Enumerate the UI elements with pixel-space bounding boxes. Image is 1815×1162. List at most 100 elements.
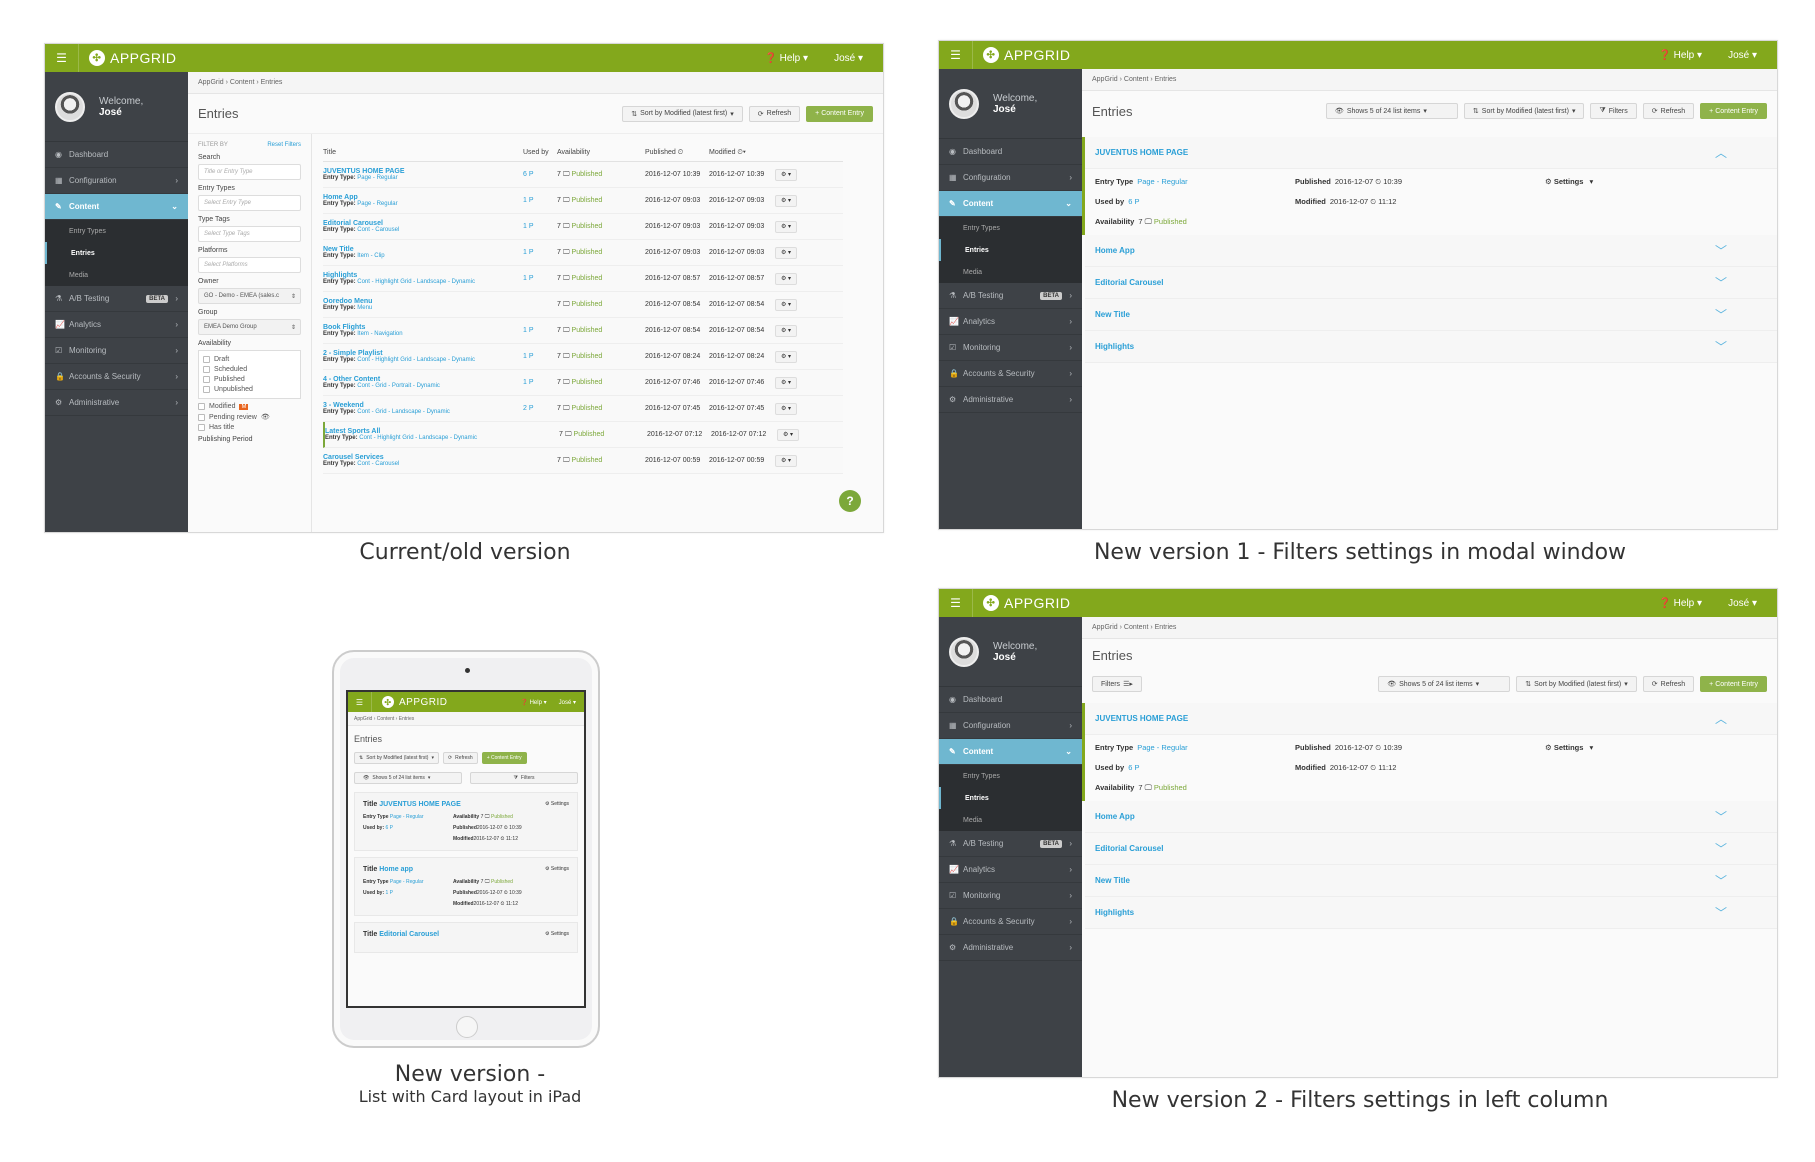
accordion-item-collapsed[interactable]: Home App ﹀ (1085, 235, 1777, 267)
settings-dropdown[interactable]: ⚙ Settings ▾ (1545, 177, 1767, 187)
sidebar-item-configuration[interactable]: ▦ Configuration › (45, 168, 188, 194)
help-menu[interactable]: ❓ Help ▾ (520, 699, 546, 706)
table-row[interactable]: Ooredoo Menu Entry Type: Menu 7 🖵 Publishe… (323, 292, 843, 318)
sidebar-item-analytics[interactable]: 📈 Analytics › (939, 857, 1082, 883)
entry-type-link[interactable]: Cont - Grid - Portrait - Dynamic (357, 383, 440, 389)
sidebar-item-administrative[interactable]: ⚙ Administrative › (45, 390, 188, 416)
sidebar-item-monitoring[interactable]: ☑ Monitoring › (45, 338, 188, 364)
entry-card[interactable]: Title JUVENTUS HOME PAGE ⚙ Settings Entry … (354, 792, 578, 851)
row-settings-button[interactable]: ⚙ ▾ (775, 220, 797, 233)
settings-dropdown[interactable]: ⚙ Settings (545, 866, 569, 873)
help-fab-button[interactable]: ? (839, 490, 861, 512)
entry-type-link[interactable]: Item - Navigation (357, 331, 402, 337)
sidebar-item-dashboard[interactable]: ◉ Dashboard (939, 687, 1082, 713)
accordion-item-collapsed[interactable]: Editorial Carousel ﹀ (1085, 833, 1777, 865)
card-title-link[interactable]: Editorial Carousel (379, 931, 439, 938)
user-menu[interactable]: José ▾ (559, 699, 576, 706)
owner-select[interactable]: GO - Demo - EMEA (sales.c ⇕ (198, 288, 301, 304)
card-title-link[interactable]: JUVENTUS HOME PAGE (379, 801, 461, 808)
sidebar-subitem-media[interactable]: Media (939, 261, 1082, 283)
sidebar-item-configuration[interactable]: ▦ Configuration › (939, 713, 1082, 739)
entry-type-link[interactable]: Cont - Highlight Grid - Landscape - Dyna… (359, 435, 477, 441)
sidebar-item-a-b-testing[interactable]: ⚗ A/B Testing BETA › (939, 831, 1082, 857)
entry-title-link[interactable]: Editorial Carousel (323, 220, 523, 227)
table-row[interactable]: 2 - Simple Playlist Entry Type: Cont - Hi… (323, 344, 843, 370)
table-row[interactable]: Editorial Carousel Entry Type: Cont - Car… (323, 214, 843, 240)
chevron-down-icon[interactable]: ﹀ (1715, 338, 1727, 355)
availability-checkbox[interactable]: Scheduled (203, 366, 296, 373)
menu-toggle-icon[interactable]: ☰ (939, 41, 973, 69)
chevron-down-icon[interactable]: ﹀ (1715, 242, 1727, 259)
platforms-select[interactable]: Select Platforms (198, 257, 301, 273)
add-entry-button[interactable]: + Content Entry (481, 752, 527, 764)
sidebar-subitem-entries[interactable]: Entries (45, 242, 188, 264)
entry-title-link[interactable]: 2 - Simple Playlist (323, 350, 523, 357)
refresh-button[interactable]: ⟳ Refresh (442, 752, 478, 764)
add-entry-button[interactable]: + Content Entry (1700, 676, 1767, 692)
row-settings-button[interactable]: ⚙ ▾ (775, 194, 797, 207)
entry-title-link[interactable]: Book Flights (323, 324, 523, 331)
used-by-link[interactable]: 1 P (523, 327, 557, 334)
row-settings-button[interactable]: ⚙ ▾ (777, 428, 799, 441)
entry-title-link[interactable]: Home App (323, 194, 523, 201)
group-select[interactable]: EMEA Demo Group ⇕ (198, 319, 301, 335)
sidebar-item-monitoring[interactable]: ☑ Monitoring › (939, 335, 1082, 361)
checkbox-icon[interactable] (198, 403, 205, 410)
accordion-item-collapsed[interactable]: Highlights ﹀ (1085, 897, 1777, 929)
accordion-item-collapsed[interactable]: Highlights ﹀ (1085, 331, 1777, 363)
menu-toggle-icon[interactable]: ☰ (939, 589, 973, 617)
sidebar-subitem-media[interactable]: Media (45, 264, 188, 286)
entry-title-link[interactable]: JUVENTUS HOME PAGE (1095, 148, 1188, 157)
shows-items-dropdown[interactable]: 👁 Shows 5 of 24 list items ▾ (1378, 676, 1511, 692)
used-by-link[interactable]: 6 P (523, 171, 557, 178)
sidebar-item-administrative[interactable]: ⚙ Administrative › (939, 935, 1082, 961)
entry-title-link[interactable]: Highlights (323, 272, 523, 279)
sidebar-item-administrative[interactable]: ⚙ Administrative › (939, 387, 1082, 413)
sidebar-item-monitoring[interactable]: ☑ Monitoring › (939, 883, 1082, 909)
row-settings-button[interactable]: ⚙ ▾ (775, 402, 797, 415)
row-settings-button[interactable]: ⚙ ▾ (775, 324, 797, 337)
entry-title-link[interactable]: JUVENTUS HOME PAGE (323, 168, 523, 175)
chevron-up-icon[interactable]: ︿ (1715, 144, 1727, 161)
sidebar-item-dashboard[interactable]: ◉ Dashboard (939, 139, 1082, 165)
chevron-down-icon[interactable]: ﹀ (1715, 840, 1727, 857)
used-by-link[interactable]: 1 P (523, 197, 557, 204)
table-row[interactable]: Book Flights Entry Type: Item - Navigatio… (323, 318, 843, 344)
filter-checkbox[interactable]: Pending review 👁 (198, 413, 301, 421)
availability-checkbox[interactable]: Draft (203, 356, 296, 363)
add-entry-button[interactable]: + Content Entry (1700, 103, 1767, 119)
sidebar-subitem-media[interactable]: Media (939, 809, 1082, 831)
home-button[interactable] (456, 1016, 478, 1038)
sidebar-item-dashboard[interactable]: ◉ Dashboard (45, 142, 188, 168)
entry-title-link[interactable]: Carousel Services (323, 454, 523, 461)
chevron-down-icon[interactable]: ﹀ (1715, 904, 1727, 921)
row-settings-button[interactable]: ⚙ ▾ (775, 298, 797, 311)
sidebar-item-content[interactable]: ✎ Content ⌄ (939, 739, 1082, 765)
entry-title-link[interactable]: JUVENTUS HOME PAGE (1095, 714, 1188, 723)
entry-type-link[interactable]: Cont - Highlight Grid - Landscape - Dyna… (357, 357, 475, 363)
entry-title-link[interactable]: Ooredoo Menu (323, 298, 523, 305)
table-row[interactable]: 3 - Weekend Entry Type: Cont - Grid - Lan… (323, 396, 843, 422)
add-entry-button[interactable]: + Content Entry (806, 105, 873, 122)
checkbox-icon[interactable] (198, 424, 205, 431)
filter-checkbox[interactable]: Has title (198, 424, 301, 431)
accordion-header[interactable]: JUVENTUS HOME PAGE ︿ (1085, 703, 1777, 735)
table-row[interactable]: Latest Sports All Entry Type: Cont - High… (323, 422, 843, 448)
refresh-button[interactable]: ⟳ Refresh (1642, 103, 1695, 119)
sidebar-item-configuration[interactable]: ▦ Configuration › (939, 165, 1082, 191)
sidebar-item-a-b-testing[interactable]: ⚗ A/B Testing BETA › (45, 286, 188, 312)
table-row[interactable]: New Title Entry Type: Item - Clip 1 P7 🖵 P… (323, 240, 843, 266)
used-by-link[interactable]: 1 P (523, 353, 557, 360)
checkbox-icon[interactable] (203, 386, 210, 393)
sidebar-subitem-entries[interactable]: Entries (939, 787, 1082, 809)
entry-type-link[interactable]: Page - Regular (357, 175, 397, 181)
chevron-up-icon[interactable]: ︿ (1715, 710, 1727, 727)
menu-toggle-icon[interactable]: ☰ (348, 692, 372, 712)
used-by-link[interactable]: 1 P (523, 275, 557, 282)
sidebar-item-analytics[interactable]: 📈 Analytics › (45, 312, 188, 338)
used-by-link[interactable]: 1 P (523, 223, 557, 230)
entry-title-link[interactable]: 3 - Weekend (323, 402, 523, 409)
filter-checkbox[interactable]: Modified M (198, 403, 301, 410)
type-tags-select[interactable]: Select Type Tags (198, 226, 301, 242)
user-menu[interactable]: José ▾ (1728, 50, 1757, 61)
